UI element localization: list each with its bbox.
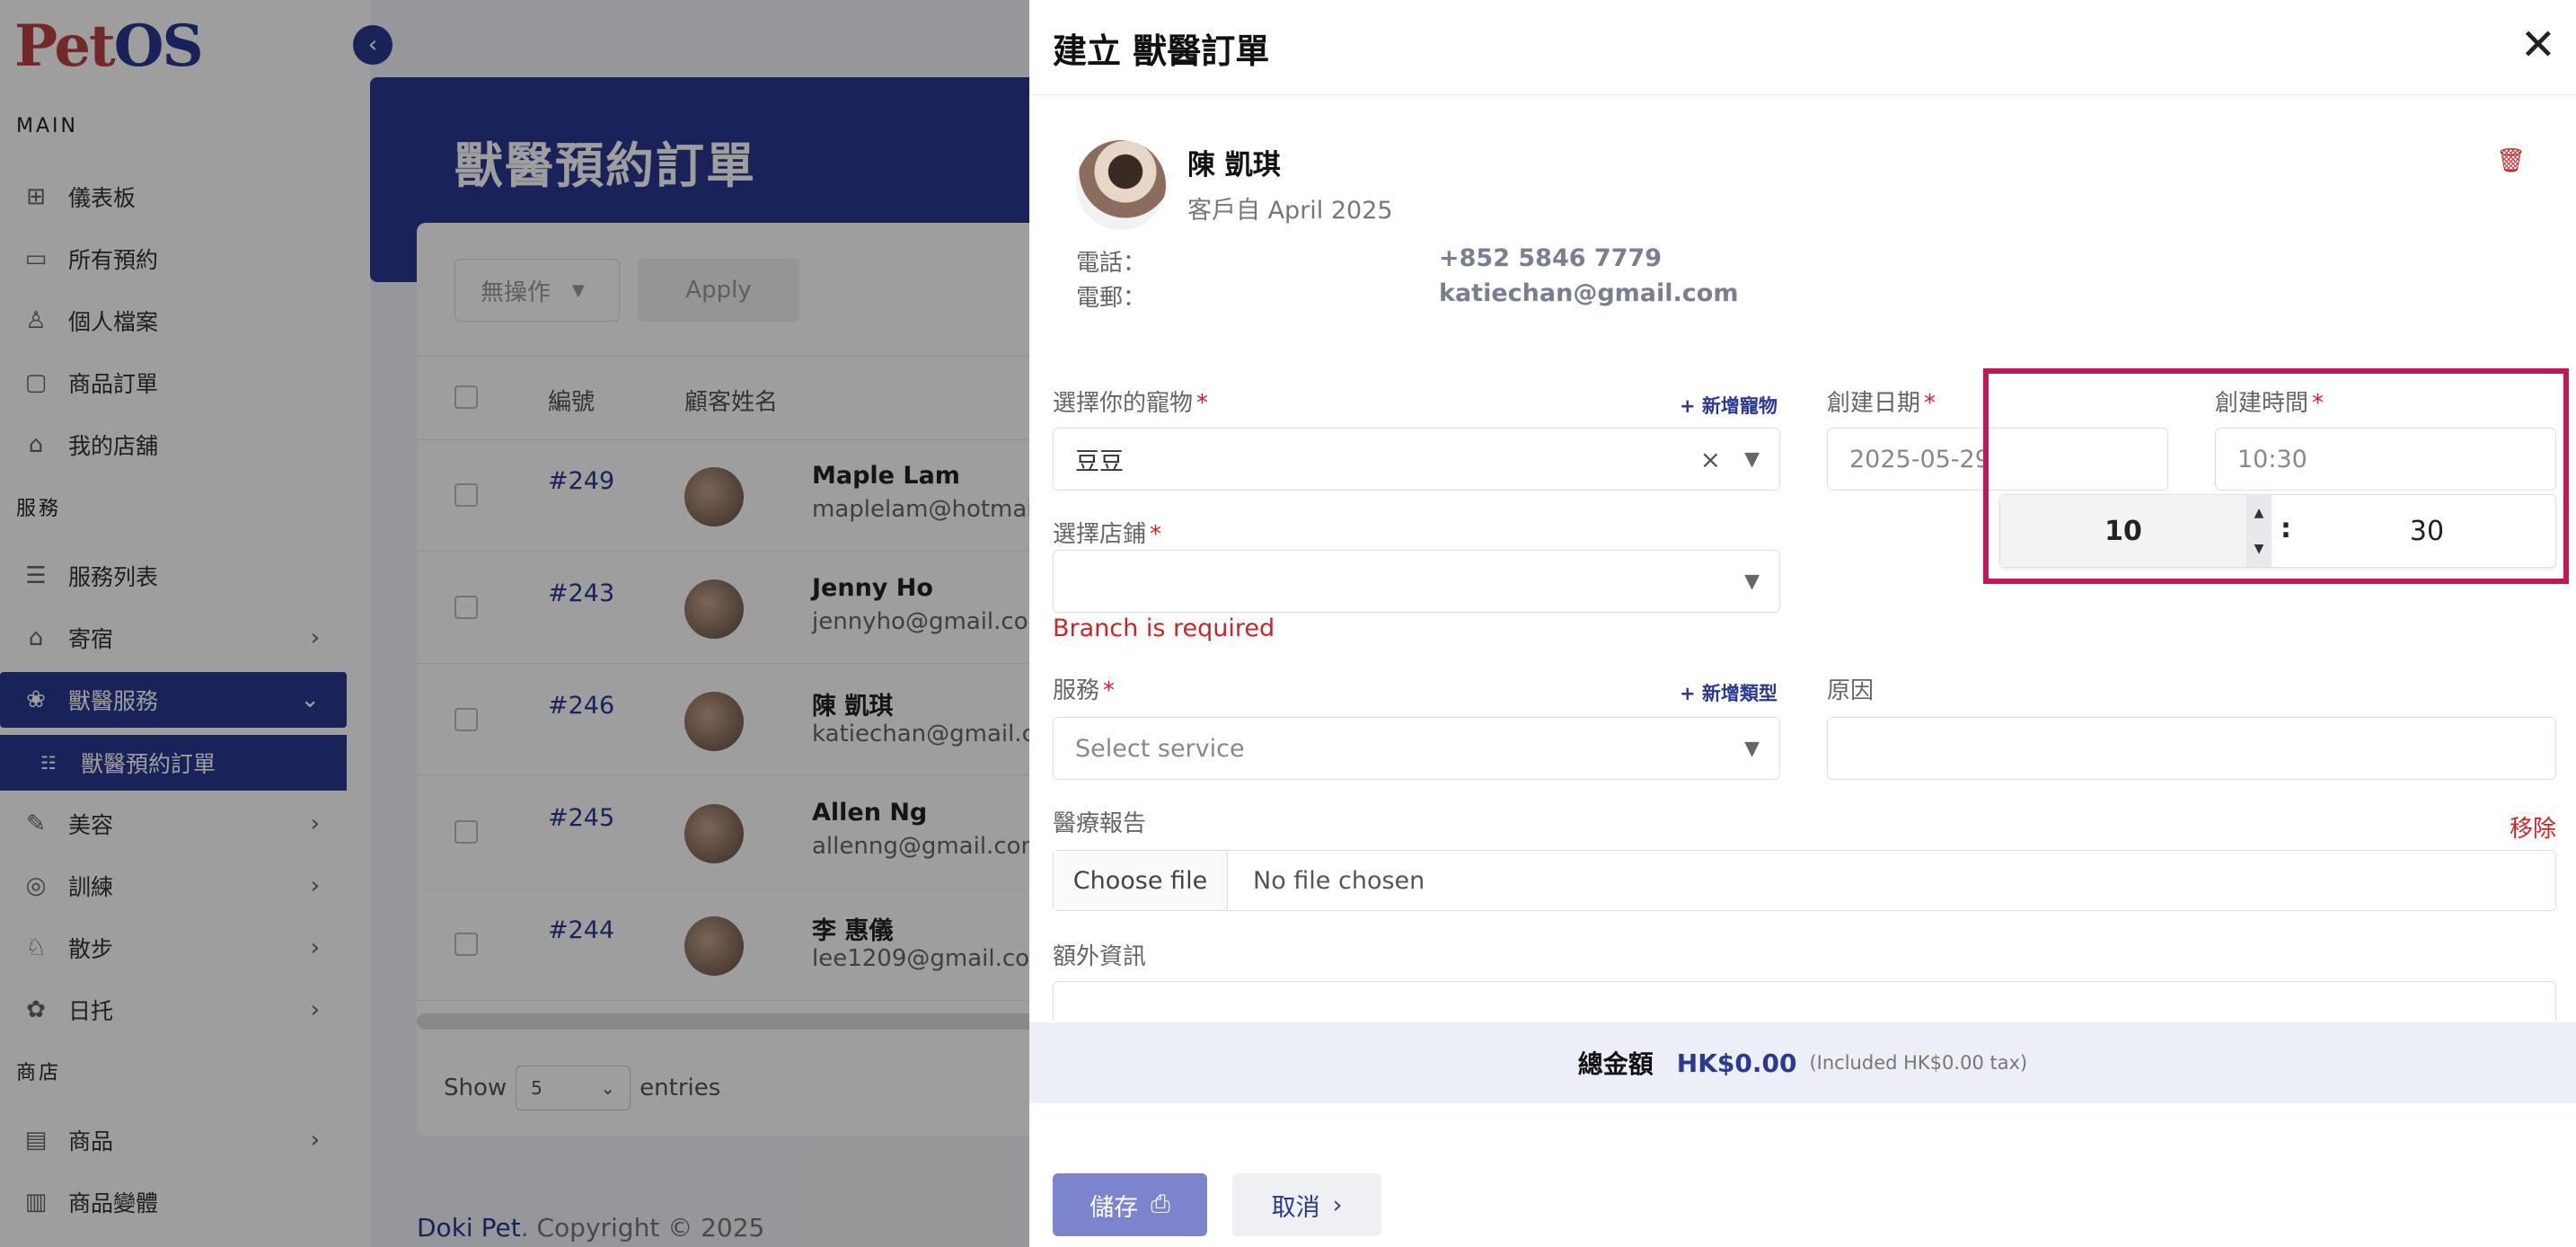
file-status: No file chosen [1253, 866, 1425, 895]
cancel-button[interactable]: 取消 › [1232, 1173, 1381, 1236]
create-vet-order-drawer: 建立 獸醫訂單 ✕ 陳 凱琪 客戶自 April 2025 🗑 電話： +852… [1029, 0, 2576, 1247]
caret-down-icon: ▼ [1744, 447, 1760, 471]
chevron-right-icon: › [1332, 1190, 1343, 1219]
caret-down-icon: ▼ [1744, 570, 1760, 593]
pet-select[interactable]: 豆豆 × ▼ [1053, 428, 1780, 491]
total-tax: (Included HK$0.00 tax) [1809, 1052, 2028, 1074]
choose-file-button[interactable]: Choose file [1054, 851, 1228, 910]
time-label: 創建時間 * [2215, 390, 2325, 417]
report-file-input[interactable]: Choose file No file chosen [1053, 850, 2556, 911]
hour-input[interactable]: 10 [2000, 495, 2246, 567]
branch-select[interactable]: ▼ [1053, 550, 1780, 613]
reason-input[interactable] [1827, 717, 2556, 780]
customer-since: 客戶自 April 2025 [1187, 197, 1393, 225]
reason-label: 原因 [1827, 677, 1875, 704]
extra-info-textarea[interactable] [1053, 981, 2556, 1021]
branch-label: 選擇店鋪 * [1053, 521, 1162, 548]
arrow-down-icon[interactable]: ▼ [2254, 542, 2264, 556]
email-value: katiechan@gmail.com [1439, 279, 1739, 307]
drawer-header: 建立 獸醫訂單 ✕ [1029, 0, 2576, 95]
pet-label: 選擇你的寵物 * [1053, 390, 1209, 417]
branch-error: Branch is required [1053, 615, 1275, 642]
drawer-title: 建立 獸醫訂單 [1053, 31, 1270, 71]
caret-down-icon: ▼ [1744, 737, 1760, 760]
save-icon: ⎙ [1151, 1190, 1170, 1218]
email-label: 電郵： [1076, 285, 1147, 312]
total-amount: HK$0.00 [1676, 1048, 1797, 1078]
modal-backdrop[interactable] [0, 0, 1029, 1247]
remove-link[interactable]: 移除 [2510, 810, 2556, 844]
service-label: 服務 * [1053, 677, 1116, 704]
trash-icon[interactable]: 🗑 [2496, 147, 2526, 174]
phone-value: +852 5846 7779 [1439, 244, 1663, 272]
report-label: 醫療報告 [1053, 810, 1147, 837]
close-icon[interactable]: ✕ [2520, 23, 2556, 66]
customer-avatar [1076, 140, 1166, 230]
service-select[interactable]: Select service ▼ [1053, 717, 1780, 780]
time-picker-popup: 10 ▲ ▼ : 30 [1999, 494, 2556, 568]
minute-input[interactable]: 30 [2297, 495, 2557, 567]
total-label: 總金額 [1577, 1049, 1654, 1079]
save-button[interactable]: 儲存 ⎙ [1053, 1173, 1207, 1236]
clear-icon[interactable]: × [1700, 445, 1721, 474]
add-pet-link[interactable]: + 新增寵物 [1680, 392, 1778, 419]
date-label: 創建日期 * [1827, 390, 1936, 417]
total-bar: 總金額 HK$0.00 (Included HK$0.00 tax) [1029, 1022, 2576, 1103]
time-input[interactable]: 10:30 [2215, 428, 2556, 491]
customer-name: 陳 凱琪 [1187, 149, 1281, 181]
phone-label: 電話： [1076, 250, 1147, 277]
time-separator: : [2280, 513, 2291, 544]
hour-spinner[interactable]: ▲ ▼ [2246, 495, 2272, 567]
add-type-link[interactable]: + 新增類型 [1680, 679, 1778, 706]
extra-info-label: 額外資訊 [1053, 943, 1147, 970]
arrow-up-icon[interactable]: ▲ [2254, 506, 2264, 520]
